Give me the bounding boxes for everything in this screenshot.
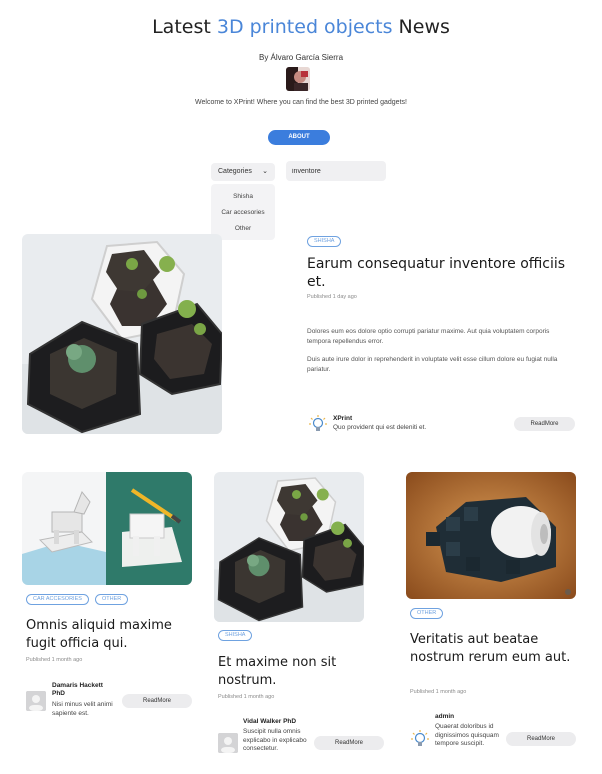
categories-dropdown[interactable]: Categories ⌄ [211,163,275,181]
card-3-published: Published 1 month ago [410,689,467,695]
card-2-published: Published 1 month ago [218,694,275,700]
card-1-author-avatar [26,691,46,711]
card-1-badge-other[interactable]: OTHER [95,594,129,605]
card-2-title[interactable]: Et maxime non sit nostrum. [218,654,368,690]
category-option-shisha[interactable]: Shisha [211,189,275,205]
title-prefix: Latest [152,16,217,38]
card-2-author-name[interactable]: Vidal Walker PhD [243,718,313,726]
categories-menu: Shisha Car accesories Other [211,184,275,240]
card-2-badge-shisha[interactable]: SHISHA [218,630,253,641]
featured-author-desc: Quo provident qui est deleniti et. [333,424,427,431]
card-1-image[interactable] [22,472,192,585]
card-3-author-desc: Quaerat doloribus id dignissimos quisqua… [435,723,499,747]
categories-label: Categories [218,168,252,175]
welcome-text: Welcome to XPrint! Where you can find th… [195,99,407,106]
card-1-readmore-button[interactable]: ReadMore [122,694,192,708]
card-2-image[interactable] [214,472,364,622]
card-3-author-name[interactable]: admin [435,713,454,721]
featured-author-name[interactable]: XPrint [333,415,352,423]
title-suffix: News [392,16,450,38]
card-3-title[interactable]: Veritatis aut beatae nostrum rerum eum a… [410,631,580,667]
card-3-image[interactable] [406,472,576,599]
admin-avatar-bulb-icon [410,729,430,749]
category-option-car-accesories[interactable]: Car accesories [211,205,275,221]
about-button[interactable]: ABOUT [268,130,330,145]
featured-published: Published 1 day ago [307,294,357,300]
card-3-badge-other[interactable]: OTHER [410,608,444,619]
card-2-author-avatar [218,733,238,753]
card-1-author-desc: Nisi minus velit animi sapiente est. [52,701,113,717]
xprint-logo-icon [308,414,328,434]
category-option-other[interactable]: Other [211,221,275,237]
card-2-readmore-button[interactable]: ReadMore [314,736,384,750]
card-1-title[interactable]: Omnis aliquid maxime fugit officia qui. [26,617,196,653]
card-1-author-name[interactable]: Damaris Hackett PhD [52,682,117,698]
featured-paragraph-1: Dolores eum eos dolore optio corrupti pa… [307,328,550,345]
title-accent: 3D printed objects [216,16,393,38]
featured-image[interactable] [22,234,222,434]
featured-title[interactable]: Earum consequatur inventore officiis et. [307,255,582,291]
card-3-readmore-button[interactable]: ReadMore [506,732,576,746]
featured-badge[interactable]: SHISHA [307,236,342,247]
featured-readmore-button[interactable]: ReadMore [514,417,575,431]
card-1-published: Published 1 month ago [26,657,83,663]
search-input[interactable] [286,161,386,181]
card-2-author-desc: Suscipit nulla omnis explicabo in explic… [243,728,307,752]
card-1-badge-car-accesories[interactable]: CAR ACCESORIES [26,594,89,605]
featured-paragraph-2: Duis aute irure dolor in reprehenderit i… [307,356,558,373]
byline: By Álvaro García Sierra [258,53,344,62]
author-avatar [286,67,310,91]
page-title: Latest 3D printed objects News [0,16,602,38]
chevron-down-icon: ⌄ [262,168,268,175]
